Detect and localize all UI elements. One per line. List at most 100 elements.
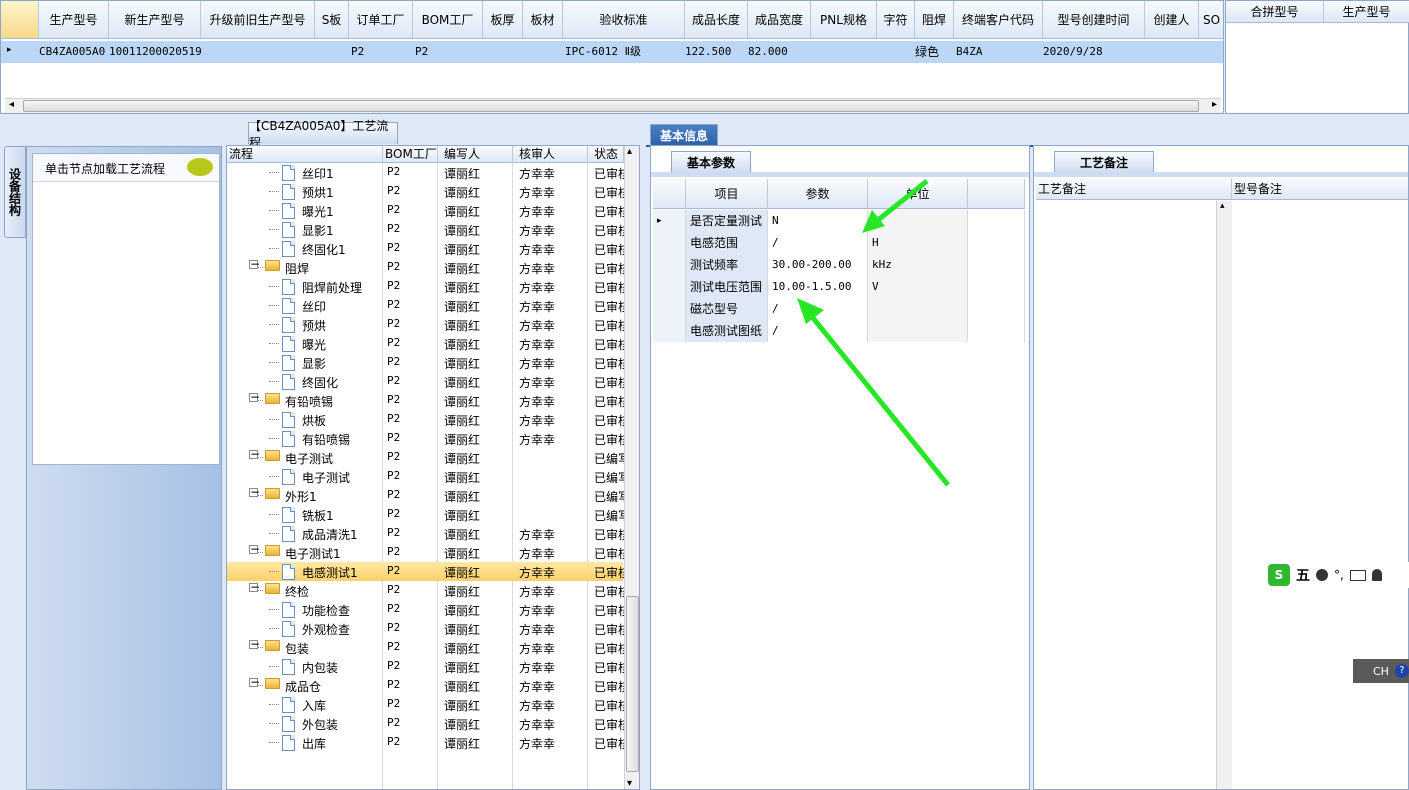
tree-row[interactable]: 曝光1 P2 谭丽红 方幸幸 已审核 [227,201,630,220]
col-header[interactable]: 终端客户代码 [954,1,1043,39]
param-extra[interactable] [968,254,1025,276]
col-header[interactable]: 订单工厂 [349,1,413,39]
collapse-icon[interactable]: − [249,486,260,498]
cell-order-factory[interactable]: P2 [351,42,364,62]
tab-basic-info[interactable]: 基本信息 [650,124,718,146]
param-value[interactable]: / [768,232,868,254]
tree-row[interactable]: 电感测试1 P2 谭丽红 方幸幸 已审核 [227,562,630,581]
tree-row[interactable]: 丝印 P2 谭丽红 方幸幸 已审核 [227,296,630,315]
tree-row[interactable]: 电子测试 P2 谭丽红 已编写 [227,467,630,486]
tree-row[interactable]: − 包装 P2 谭丽红 方幸幸 已审核 [227,638,630,657]
model-remark-textarea[interactable] [1232,201,1408,789]
collapse-icon[interactable]: − [249,448,260,460]
tree-row[interactable]: 预烘1 P2 谭丽红 方幸幸 已审核 [227,182,630,201]
ime-mode[interactable]: 五 [1296,565,1310,585]
tree-row[interactable]: 终固化1 P2 谭丽红 方幸幸 已审核 [227,239,630,258]
remark-scrollbar[interactable]: ▴ [1216,201,1232,789]
param-unit[interactable]: H [868,232,968,254]
param-value[interactable]: / [768,298,868,320]
tab-equipment-structure[interactable]: 设备结构 [4,146,26,238]
hint-bar[interactable]: 单击节点加载工艺流程 [33,154,219,182]
col-header[interactable]: 型号创建时间 [1043,1,1145,39]
tree-row[interactable]: 显影 P2 谭丽红 方幸幸 已审核 [227,353,630,372]
tree-row[interactable]: 阻焊前处理 P2 谭丽红 方幸幸 已审核 [227,277,630,296]
param-unit[interactable] [868,320,968,342]
tab-process-remark[interactable]: 工艺备注 [1054,151,1154,173]
ime-keyboard-icon[interactable] [1349,569,1366,581]
col-header[interactable]: 板厚 [483,1,523,39]
scroll-left-icon[interactable]: ◂ [9,99,14,110]
collapse-icon[interactable]: − [249,581,260,593]
param-row[interactable]: 测试频率 30.00-200.00 kHz [653,254,1025,276]
ime-fullwidth-icon[interactable] [1316,569,1328,581]
scroll-thumb[interactable] [23,100,1199,112]
cell-model[interactable]: CB4ZA005A0 [39,42,105,62]
process-title-tab[interactable]: 【CB4ZA005A0】工艺流程 [248,119,398,150]
tree-row[interactable]: − 阻焊 P2 谭丽红 方幸幸 已审核 [227,258,630,277]
col-prod-model[interactable]: 生产型号 [1324,1,1409,23]
tree-row[interactable]: 显影1 P2 谭丽红 方幸幸 已审核 [227,220,630,239]
horizontal-scrollbar[interactable]: ◂ ▸ [5,98,1221,113]
param-unit[interactable]: V [868,276,968,298]
row-selector[interactable]: ▸ [653,210,686,232]
process-remark-textarea[interactable] [1036,201,1216,789]
tree-row[interactable]: 出库 P2 谭丽红 方幸幸 已审核 [227,733,630,752]
tree-row[interactable]: − 有铅喷锡 P2 谭丽红 方幸幸 已审核 [227,391,630,410]
param-unit[interactable] [868,298,968,320]
scroll-down-icon[interactable]: ▾ [627,778,632,789]
param-value[interactable]: 10.00-1.5.00 [768,276,868,298]
param-value[interactable]: N [768,210,868,232]
ime-logo-icon[interactable]: S [1268,564,1290,586]
param-value[interactable]: / [768,320,868,342]
tree-row[interactable]: − 成品仓 P2 谭丽红 方幸幸 已审核 [227,676,630,695]
param-extra[interactable] [968,298,1025,320]
ime-user-icon[interactable] [1371,569,1382,581]
param-row[interactable]: 测试电压范围 10.00-1.5.00 V [653,276,1025,298]
cell-created[interactable]: 2020/9/28 [1043,42,1103,62]
collapse-icon[interactable]: − [249,391,260,403]
tree-row[interactable]: 外包装 P2 谭丽红 方幸幸 已审核 [227,714,630,733]
col-header[interactable]: 新生产型号 [109,1,201,39]
cell-new-model[interactable]: 10011200020519 [109,42,202,62]
tree-row[interactable]: − 电子测试1 P2 谭丽红 方幸幸 已审核 [227,543,630,562]
ime-toolbar[interactable]: S 五 °, [1264,562,1409,588]
cell-width[interactable]: 82.000 [748,42,788,62]
collapse-icon[interactable]: − [249,638,260,650]
col-process[interactable]: 流程 [227,146,383,163]
tree-vertical-scrollbar[interactable]: ▴ ▾ [624,146,639,789]
language-label[interactable]: CH [1373,665,1389,678]
tree-row[interactable]: 预烘 P2 谭丽红 方幸幸 已审核 [227,315,630,334]
param-unit[interactable]: kHz [868,254,968,276]
language-bar[interactable]: CH ? [1353,659,1409,683]
tree-row[interactable]: 烘板 P2 谭丽红 方幸幸 已审核 [227,410,630,429]
col-item[interactable]: 项目 [686,179,768,209]
tree-row[interactable]: 有铅喷锡 P2 谭丽红 方幸幸 已审核 [227,429,630,448]
col-merge-model[interactable]: 合拼型号 [1226,1,1324,23]
col-header[interactable]: 阻焊 [915,1,954,39]
param-unit[interactable] [868,210,968,232]
tree-row[interactable]: 成品清洗1 P2 谭丽红 方幸幸 已审核 [227,524,630,543]
collapse-icon[interactable]: − [249,543,260,555]
scroll-thumb[interactable] [626,596,639,772]
ime-punct-icon[interactable]: °, [1334,568,1344,582]
scroll-right-icon[interactable]: ▸ [1212,99,1217,110]
row-selector[interactable] [653,320,686,342]
row-selector[interactable] [653,254,686,276]
param-row[interactable]: ▸ 是否定量测试 N [653,210,1025,232]
tree-row[interactable]: 功能检查 P2 谭丽红 方幸幸 已审核 [227,600,630,619]
cell-length[interactable]: 122.500 [685,42,731,62]
comment-icon[interactable] [187,158,213,176]
row-selector[interactable] [653,232,686,254]
tree-row[interactable]: 曝光 P2 谭丽红 方幸幸 已审核 [227,334,630,353]
cell-mask[interactable]: 绿色 [915,42,939,62]
col-header[interactable]: 成品宽度 [748,1,811,39]
tree-row[interactable]: 入库 P2 谭丽红 方幸幸 已审核 [227,695,630,714]
help-icon[interactable]: ? [1394,664,1409,678]
param-row[interactable]: 电感测试图纸 / [653,320,1025,342]
param-value[interactable]: 30.00-200.00 [768,254,868,276]
col-param[interactable]: 参数 [768,179,868,209]
col-header[interactable]: BOM工厂 [413,1,483,39]
tree-row[interactable]: 终固化 P2 谭丽红 方幸幸 已审核 [227,372,630,391]
cell-customer-code[interactable]: B4ZA [956,42,983,62]
tree-row[interactable]: 铣板1 P2 谭丽红 已编写 [227,505,630,524]
